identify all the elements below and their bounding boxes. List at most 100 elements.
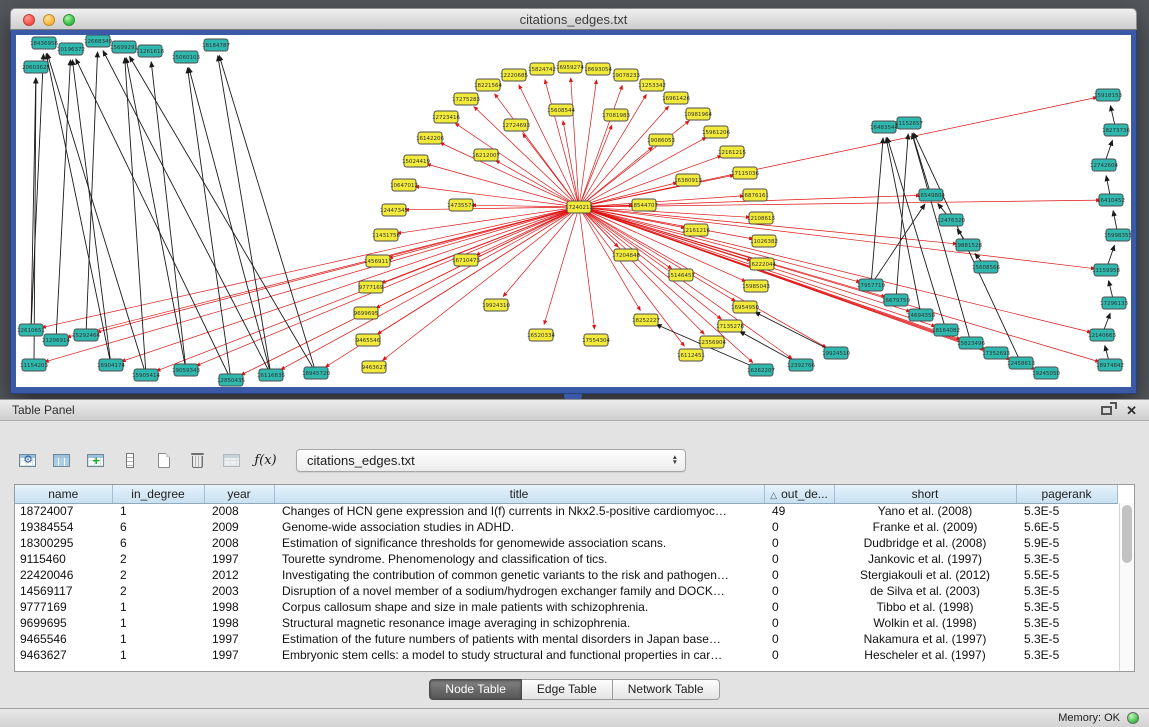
table-cell[interactable]: Nakamura et al. (1997) [834, 631, 1016, 647]
table-cell[interactable]: Changes of HCN gene expression and I(f) … [274, 503, 764, 519]
table-cell[interactable]: 1997 [204, 551, 274, 567]
citation-edge-red[interactable] [241, 207, 579, 375]
table-cell[interactable]: 0 [764, 535, 834, 551]
network-node[interactable]: 9777169 [359, 281, 384, 293]
network-node[interactable]: 11026382 [750, 235, 778, 247]
table-cell[interactable]: Jankovic et al. (1997) [834, 551, 1016, 567]
column-header-short[interactable]: short [834, 485, 1016, 503]
table-cell[interactable]: 0 [764, 567, 834, 583]
table-cell[interactable]: Franke et al. (2009) [834, 519, 1016, 535]
network-node[interactable]: 16112451 [677, 349, 705, 361]
table-cell[interactable]: 49 [764, 503, 834, 519]
table-cell[interactable]: 5.3E-5 [1016, 647, 1117, 663]
citation-edge-red[interactable] [440, 143, 579, 207]
table-cell[interactable]: de Silva et al. (2003) [834, 583, 1016, 599]
network-node[interactable]: 16212007 [472, 149, 500, 161]
table-cell[interactable]: 2 [112, 567, 204, 583]
citation-edge-red[interactable] [545, 80, 579, 207]
citation-edge-red[interactable] [472, 205, 579, 207]
table-cell[interactable]: Yano et al. (2008) [834, 503, 1016, 519]
network-node[interactable]: 18436956 [30, 37, 58, 49]
network-node[interactable]: 12356904 [698, 336, 726, 348]
network-node[interactable]: 12742604 [1090, 159, 1118, 171]
table-cell[interactable]: Estimation of the future numbers of pati… [274, 631, 764, 647]
table-cell[interactable]: 5.5E-5 [1016, 567, 1117, 583]
table-cell[interactable]: 1 [112, 631, 204, 647]
table-cell[interactable]: 5.3E-5 [1016, 503, 1117, 519]
citation-edge-red[interactable] [579, 85, 622, 207]
network-node[interactable]: 20603625 [22, 61, 50, 73]
table-cell[interactable]: 0 [764, 583, 834, 599]
table-cell[interactable]: Stergiakouli et al. (2012) [834, 567, 1016, 583]
citation-edge-red[interactable] [503, 207, 579, 297]
network-node[interactable]: 19924510 [822, 347, 850, 359]
scrollbar-thumb[interactable] [1122, 505, 1132, 563]
citation-edge[interactable] [896, 134, 908, 300]
citation-edge-red[interactable] [523, 134, 579, 207]
network-node[interactable]: 11253342 [638, 79, 666, 91]
table-row[interactable]: 1938455462009Genome-wide association stu… [15, 519, 1117, 535]
table-cell[interactable]: Estimation of significance thresholds fo… [274, 535, 764, 551]
new-column-button[interactable]: + [82, 447, 109, 473]
citation-edge-red[interactable] [45, 207, 579, 362]
network-node[interactable]: 12108613 [747, 212, 775, 224]
close-panel-icon[interactable]: ✕ [1126, 404, 1137, 417]
table-cell[interactable]: 1998 [204, 615, 274, 631]
table-cell[interactable]: 1997 [204, 647, 274, 663]
float-panel-icon[interactable] [1101, 406, 1112, 415]
function-builder-button[interactable]: ƒ(x) [252, 447, 279, 473]
network-node[interactable]: 15824742 [528, 63, 556, 75]
network-node[interactable]: 15823496 [957, 337, 985, 349]
column-settings-button[interactable]: ⚙ [14, 447, 41, 473]
citation-edge-red[interactable] [579, 125, 612, 207]
table-cell[interactable]: 5.3E-5 [1016, 615, 1117, 631]
network-node[interactable]: 10196372 [57, 43, 85, 55]
citation-edge-red[interactable] [415, 186, 579, 207]
table-cell[interactable]: 2 [112, 551, 204, 567]
citation-edge[interactable] [189, 68, 271, 375]
table-cell[interactable]: 9465546 [15, 631, 112, 647]
table-cell[interactable]: 6 [112, 519, 204, 535]
network-node[interactable]: 12392766 [787, 359, 815, 371]
network-node[interactable]: 16380913 [674, 174, 702, 186]
network-node[interactable]: 17115036 [731, 167, 759, 179]
network-node[interactable]: 12447345 [380, 204, 408, 216]
citation-edge[interactable] [871, 138, 883, 285]
network-node[interactable]: 15961206 [702, 126, 730, 138]
network-node[interactable]: 11159958 [1092, 264, 1120, 276]
network-node[interactable]: 18252227 [632, 314, 660, 326]
table-cell[interactable]: 1997 [204, 631, 274, 647]
table-cell[interactable]: 0 [764, 615, 834, 631]
table-cell[interactable]: 0 [764, 599, 834, 615]
network-node[interactable]: 17554304 [582, 334, 610, 346]
table-row[interactable]: 977716911998Corpus callosum shape and si… [15, 599, 1117, 615]
table-row[interactable]: 1830029562008Estimation of significance … [15, 535, 1117, 551]
table-cell[interactable]: 5.3E-5 [1016, 551, 1117, 567]
close-window-button[interactable] [23, 14, 35, 26]
network-node[interactable]: 9465546 [356, 334, 381, 346]
network-node[interactable]: 9699695 [354, 307, 379, 319]
citation-edge-red[interactable] [579, 207, 746, 282]
table-cell[interactable]: 5.3E-5 [1016, 599, 1117, 615]
citation-edge-red[interactable] [579, 137, 706, 207]
table-cell[interactable]: 18300295 [15, 535, 112, 551]
network-node[interactable]: 9463627 [362, 361, 387, 373]
network-node[interactable]: 12140663 [1088, 329, 1116, 341]
network-node[interactable]: 10981964 [684, 108, 712, 120]
table-cell[interactable]: Disruption of a novel member of a sodium… [274, 583, 764, 599]
table-row[interactable]: 911546021997Tourette syndrome. Phenomeno… [15, 551, 1117, 567]
delete-table-button[interactable] [184, 447, 211, 473]
citation-edge-red[interactable] [579, 80, 596, 207]
network-node[interactable]: 18184787 [202, 39, 230, 51]
network-node[interactable]: 19078233 [612, 69, 640, 81]
table-cell[interactable]: 1 [112, 503, 204, 519]
network-node[interactable]: 17957719 [857, 279, 885, 291]
citation-edge[interactable] [56, 60, 70, 340]
network-node[interactable]: 17081983 [602, 109, 630, 121]
network-node[interactable]: 18273736 [1102, 124, 1130, 136]
table-cell[interactable]: 9115460 [15, 551, 112, 567]
network-node[interactable]: 17135278 [716, 320, 744, 332]
network-node[interactable]: 16679759 [882, 294, 910, 306]
table-cell[interactable]: 0 [764, 631, 834, 647]
table-cell[interactable]: Investigating the contribution of common… [274, 567, 764, 583]
